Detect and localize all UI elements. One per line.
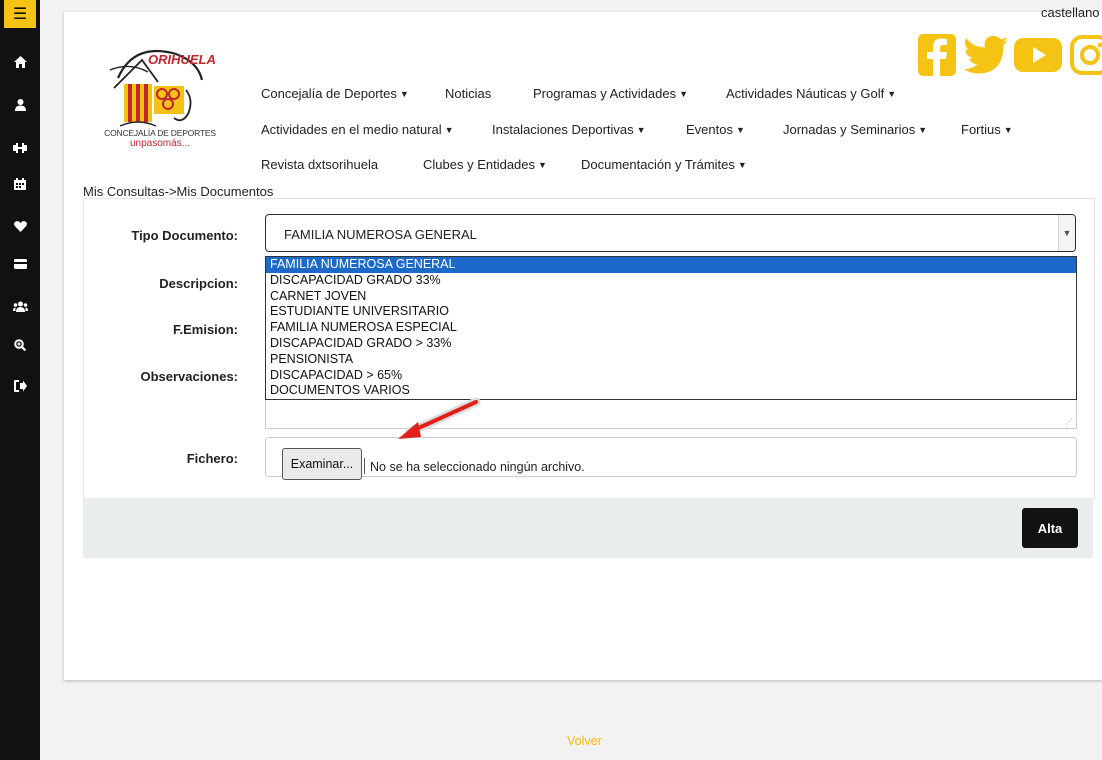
chevron-down-icon[interactable]: ▼ [1058,215,1075,251]
nav-fortius[interactable]: Fortius ▼ [961,122,1013,137]
observaciones-textarea[interactable]: ⋰ [265,398,1077,429]
twitter-icon[interactable] [964,34,1008,76]
youtube-icon[interactable] [1014,34,1062,76]
caret-down-icon: ▼ [887,89,897,99]
search-icon[interactable] [4,331,36,359]
logo-line2: unpasomás... [129,138,191,149]
resize-handle-icon[interactable]: ⋰ [1065,417,1073,426]
caret-down-icon: ▼ [399,89,409,99]
caret-down-icon: ▼ [444,125,454,135]
caret-down-icon: ▼ [679,89,688,99]
heart-icon[interactable] [4,212,36,240]
menu-icon: ☰ [12,6,28,23]
nav-concejalia[interactable]: Concejalía de Deportes ▼ [261,86,409,101]
logo[interactable]: ORIHUELA CONCEJALÍA DE DEPORTES unpasomá… [90,40,230,150]
label-descripcion: Descripcion: [159,276,238,291]
breadcrumb: Mis Consultas->Mis Documentos [83,184,274,199]
nav-eventos[interactable]: Eventos ▼ [686,122,745,137]
dropdown-option[interactable]: FAMILIA NUMEROSA ESPECIAL [266,320,1076,336]
caret-down-icon: ▼ [735,125,745,135]
nav-medio-natural[interactable]: Actividades en el medio natural ▼ [261,122,454,137]
dropdown-option[interactable]: DISCAPACIDAD > 65% [266,368,1076,384]
card-icon[interactable] [4,250,36,278]
label-observaciones: Observaciones: [140,369,238,384]
dropdown-option[interactable]: DISCAPACIDAD GRADO > 33% [266,336,1076,352]
file-status: No se ha seleccionado ningún archivo. [370,460,585,474]
nav-clubes[interactable]: Clubes y Entidades ▼ [423,157,547,172]
red-arrow-annotation [398,397,481,439]
fichero-input: Examinar... No se ha seleccionado ningún… [265,437,1077,480]
caret-down-icon: ▼ [1003,125,1013,135]
label-tipo-documento: Tipo Documento: [131,228,238,243]
calendar-icon[interactable] [4,170,36,198]
examinar-button[interactable]: Examinar... [282,448,362,480]
language-selector[interactable]: castellano [1041,5,1100,20]
tipo-documento-select[interactable]: FAMILIA NUMEROSA GENERAL ▼ [265,214,1076,252]
nav-noticias[interactable]: Noticias [445,86,491,101]
volver-link[interactable]: Volver [567,734,602,748]
label-fichero: Fichero: [186,451,238,466]
tipo-documento-dropdown: FAMILIA NUMEROSA GENERAL DISCAPACIDAD GR… [265,256,1077,400]
nav-nauticas[interactable]: Actividades Náuticas y Golf ▼ [726,86,896,101]
dropdown-option[interactable]: CARNET JOVEN [266,289,1076,305]
logo-line1: CONCEJALÍA DE DEPORTES [104,128,216,138]
caret-down-icon: ▼ [918,125,928,135]
form-footer [83,498,1093,558]
dropdown-option[interactable]: PENSIONISTA [266,352,1076,368]
user-icon[interactable] [4,91,36,119]
nav-documentacion[interactable]: Documentación y Trámites ▼ [581,157,747,172]
caret-down-icon: ▼ [538,160,547,170]
caret-down-icon: ▼ [737,160,747,170]
label-femision: F.Emision: [172,322,238,337]
nav-instalaciones[interactable]: Instalaciones Deportivas ▼ [492,122,646,137]
nav-programas[interactable]: Programas y Actividades ▼ [533,86,688,101]
nav-revista[interactable]: Revista dxtsorihuela [261,157,378,172]
select-value: FAMILIA NUMEROSA GENERAL [284,227,477,242]
home-icon[interactable] [4,48,36,76]
sidebar: ☰ [0,0,40,760]
caret-down-icon: ▼ [636,125,646,135]
dumbbell-icon[interactable] [4,134,36,162]
file-divider [364,458,365,474]
nav-jornadas[interactable]: Jornadas y Seminarios ▼ [783,122,927,137]
users-icon[interactable] [4,292,36,320]
logout-icon[interactable] [4,372,36,400]
facebook-icon[interactable] [918,34,956,76]
instagram-icon[interactable] [1068,34,1102,76]
alta-button[interactable]: Alta [1022,508,1078,548]
dropdown-option[interactable]: ESTUDIANTE UNIVERSITARIO [266,304,1076,320]
sidebar-menu-toggle[interactable]: ☰ [4,0,36,28]
dropdown-option[interactable]: DISCAPACIDAD GRADO 33% [266,273,1076,289]
svg-text:ORIHUELA: ORIHUELA [148,52,216,67]
dropdown-option[interactable]: FAMILIA NUMEROSA GENERAL [266,257,1076,273]
